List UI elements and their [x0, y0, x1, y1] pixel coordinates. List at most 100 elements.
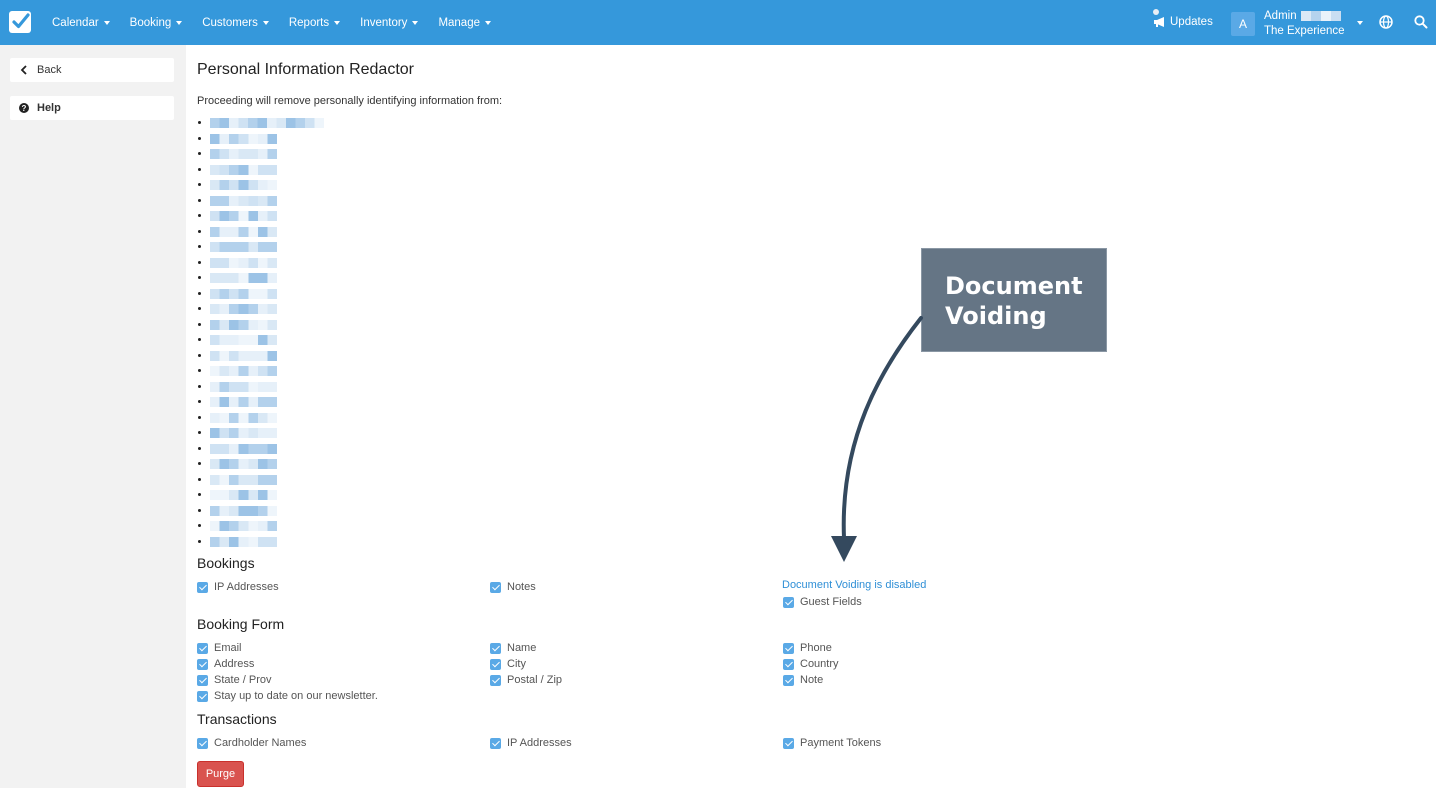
list-item	[198, 487, 318, 503]
redacted-text	[210, 195, 277, 206]
list-item	[198, 270, 318, 286]
intro-text: Proceeding will remove personally identi…	[197, 95, 503, 107]
annotation-arrow-icon	[831, 316, 923, 562]
checkbox-checked-icon[interactable]	[197, 674, 208, 686]
chevron-down-icon	[262, 20, 269, 25]
checkbox-checked-icon[interactable]	[197, 658, 208, 670]
list-item	[198, 503, 318, 519]
avatar[interactable]: A	[1231, 12, 1255, 36]
updates-button[interactable]: Updates	[1153, 9, 1213, 35]
redacted-text	[210, 505, 277, 516]
question-circle-icon: ?	[19, 103, 29, 113]
globe-icon[interactable]	[1379, 15, 1393, 29]
checkbox-form-name[interactable]: Name	[490, 642, 536, 654]
checkbox-form-email[interactable]: Email	[197, 642, 242, 654]
redacted-text	[210, 443, 277, 454]
list-item	[198, 534, 318, 550]
redacted-text	[210, 211, 277, 221]
list-item	[198, 255, 318, 271]
checkbox-transactions-payment-tokens[interactable]: Payment Tokens	[783, 737, 881, 749]
checkbox-checked-icon[interactable]	[783, 674, 794, 686]
redacted-text	[210, 474, 277, 485]
chevron-down-icon	[103, 20, 110, 25]
nav-reports[interactable]: Reports	[289, 17, 341, 29]
document-voiding-link[interactable]: Document Voiding is disabled	[782, 579, 926, 591]
checkbox-bookings-notes[interactable]: Notes	[490, 581, 536, 593]
purge-button[interactable]: Purge	[197, 761, 244, 787]
nav-calendar[interactable]: Calendar	[52, 17, 110, 29]
checkbox-checked-icon[interactable]	[783, 658, 794, 670]
checkbox-transactions-cardholder[interactable]: Cardholder Names	[197, 737, 306, 749]
main-nav: Calendar Booking Customers Reports Inven…	[52, 0, 511, 45]
nav-booking[interactable]: Booking	[130, 17, 183, 29]
list-item	[198, 456, 318, 472]
redacted-text	[210, 319, 277, 330]
checkbox-bookings-ip-addresses[interactable]: IP Addresses	[197, 581, 279, 593]
redacted-text	[210, 428, 277, 438]
checkbox-form-country[interactable]: Country	[783, 658, 839, 670]
redacted-text	[210, 536, 277, 547]
checkbox-checked-icon[interactable]	[490, 642, 501, 654]
nav-inventory[interactable]: Inventory	[360, 17, 419, 29]
search-icon[interactable]	[1414, 15, 1428, 29]
section-title-booking-form: Booking Form	[197, 616, 285, 632]
checkbox-form-note[interactable]: Note	[783, 674, 823, 686]
nav-customers[interactable]: Customers	[202, 17, 269, 29]
checkbox-checked-icon[interactable]	[490, 737, 501, 749]
redacted-text	[210, 288, 277, 299]
list-item	[198, 208, 318, 224]
redacted-text	[210, 335, 277, 345]
list-item	[198, 301, 318, 317]
list-item	[198, 177, 318, 193]
chevron-down-icon	[334, 20, 341, 25]
redacted-text	[210, 118, 324, 128]
list-item	[198, 317, 318, 333]
checkbox-transactions-ip-addresses[interactable]: IP Addresses	[490, 737, 572, 749]
checkbox-bookings-guest-fields[interactable]: Guest Fields	[783, 596, 862, 608]
checkbox-form-newsletter[interactable]: Stay up to date on our newsletter.	[197, 690, 378, 702]
checkbox-form-phone[interactable]: Phone	[783, 642, 832, 654]
redacted-text	[210, 350, 277, 361]
page-title: Personal Information Redactor	[197, 61, 414, 78]
user-organization[interactable]: The Experience	[1264, 24, 1345, 38]
redacted-text	[210, 273, 277, 283]
redacted-text	[210, 149, 277, 159]
list-item	[198, 348, 318, 364]
redacted-text	[210, 412, 277, 423]
checkbox-checked-icon[interactable]	[490, 581, 501, 593]
checkbox-checked-icon[interactable]	[490, 658, 501, 670]
checkbox-checked-icon[interactable]	[490, 674, 501, 686]
list-item	[198, 425, 318, 441]
chevron-down-icon	[412, 20, 419, 25]
redacted-text	[210, 381, 277, 392]
redacted-text	[210, 304, 277, 314]
checkbox-checked-icon[interactable]	[783, 737, 794, 749]
annotation-callout: Document Voiding	[921, 248, 1107, 352]
back-button[interactable]: Back	[10, 58, 174, 82]
checkbox-checked-icon[interactable]	[197, 581, 208, 593]
list-item	[198, 131, 318, 147]
checkbox-form-state[interactable]: State / Prov	[197, 674, 271, 686]
checkbox-checked-icon[interactable]	[783, 596, 794, 608]
user-name[interactable]: Admin	[1264, 9, 1341, 23]
redacted-text	[210, 366, 277, 376]
redacted-text	[210, 521, 277, 531]
redacted-text	[210, 180, 277, 190]
checkbox-form-postal[interactable]: Postal / Zip	[490, 674, 562, 686]
checkbox-form-address[interactable]: Address	[197, 658, 254, 670]
list-item	[198, 239, 318, 255]
redacted-text	[210, 459, 277, 469]
help-button[interactable]: ? Help	[10, 96, 174, 120]
checkbox-form-city[interactable]: City	[490, 658, 526, 670]
checkbox-checked-icon[interactable]	[197, 642, 208, 654]
user-menu-chevron-down-icon[interactable]	[1357, 21, 1363, 25]
megaphone-icon	[1154, 17, 1164, 27]
checkbox-checked-icon[interactable]	[783, 642, 794, 654]
redacted-text	[210, 164, 277, 175]
redacted-text	[210, 490, 277, 500]
checkbox-checked-icon[interactable]	[197, 690, 208, 702]
app-logo-check-icon[interactable]	[9, 11, 31, 33]
nav-manage[interactable]: Manage	[438, 17, 491, 29]
list-item	[198, 332, 318, 348]
checkbox-checked-icon[interactable]	[197, 737, 208, 749]
